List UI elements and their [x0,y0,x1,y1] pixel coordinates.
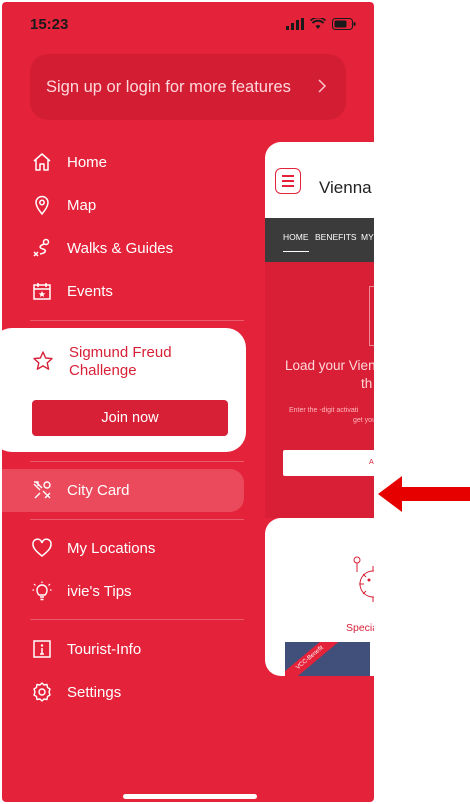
preview-enter-line2: get your r [353,417,374,424]
menu-label-city-card: City Card [67,481,130,499]
menu-label-events: Events [67,282,113,300]
preview-activation-button[interactable]: A [283,450,374,476]
chevron-right-icon [318,79,327,93]
lightbulb-icon [30,579,54,603]
menu-item-my-locations[interactable]: My Locations [30,533,155,563]
preview-thumbnail: VCC-Benefit [285,642,370,676]
wifi-icon [310,18,326,29]
preview-enter-text: Enter the -digit activati get your r [289,406,374,426]
menu-item-tips[interactable]: ivie's Tips [30,576,132,606]
arrow-left-icon [378,476,470,512]
preview-nav-my[interactable]: MY [361,232,374,242]
menu-label-tips: ivie's Tips [67,582,132,600]
preview-title: Vienna [319,178,372,197]
preview-load-line2: th [361,376,373,391]
virus-illustration-icon [353,556,374,602]
menu-divider [30,320,244,321]
signal-icon [286,18,304,30]
benefit-ribbon: VCC-Benefit [285,642,341,676]
menu-divider [30,619,244,620]
menu-divider [30,519,244,520]
location-pin-icon [30,193,54,217]
calendar-icon [30,279,54,303]
join-now-button[interactable]: Join now [32,400,228,436]
preview-nav-benefits[interactable]: BENEFITS [315,232,357,242]
challenge-title: Sigmund Freud Challenge [69,344,172,379]
menu-label-home: Home [67,153,108,171]
login-banner-label: Sign up or login for more features [46,77,291,96]
menu-item-settings[interactable]: Settings [30,677,121,707]
preview-nav: HOME BENEFITS MY [265,218,374,262]
phone-screen: 15:23 Sign up or login for more features [2,2,374,802]
preview-nav-underline [283,251,309,252]
preview-activation-panel: Load your Vien th Enter the -digit activ… [265,262,374,518]
status-icons [286,18,356,30]
city-card-icon [30,478,54,502]
home-indicator [123,794,257,799]
menu-label-my-locations: My Locations [67,539,156,557]
login-banner[interactable]: Sign up or login for more features [30,54,346,120]
main-screen-preview[interactable]: Vienna HOME BENEFITS MY Load your Vien t… [265,142,374,676]
menu-label-tourist-info: Tourist-Info [67,640,142,658]
preview-load-line1: Load your Vien [285,358,374,373]
preview-nav-home[interactable]: HOME [283,232,309,242]
menu-item-home[interactable]: Home [30,147,107,177]
preview-special-label: Specia [346,622,374,634]
star-icon [32,350,54,377]
preview-enter-line1: Enter the -digit activati [289,407,359,414]
info-icon [30,637,54,661]
menu-label-settings: Settings [67,683,122,701]
preview-header: Vienna [265,142,374,218]
hamburger-menu-icon[interactable] [275,168,301,194]
menu-item-tourist-info[interactable]: Tourist-Info [30,634,141,664]
route-icon [30,236,54,260]
menu-item-walks[interactable]: Walks & Guides [30,233,173,263]
home-icon [30,150,54,174]
preview-load-text: Load your Vien th [285,357,374,393]
menu-item-map[interactable]: Map [30,190,96,220]
menu-divider [30,461,244,462]
gear-icon [30,680,54,704]
challenge-card: Sigmund Freud Challenge Join now [2,328,246,452]
card-outline [369,286,374,346]
menu-label-map: Map [67,196,97,214]
preview-benefit-card: Specia VCC-Benefit [265,518,374,676]
battery-icon [332,18,356,30]
heart-icon [30,536,54,560]
menu-item-events[interactable]: Events [30,276,113,306]
menu-label-walks: Walks & Guides [67,239,174,257]
menu-item-city-card[interactable]: City Card [30,475,130,505]
status-time: 15:23 [30,16,69,33]
status-bar: 15:23 [2,2,374,46]
